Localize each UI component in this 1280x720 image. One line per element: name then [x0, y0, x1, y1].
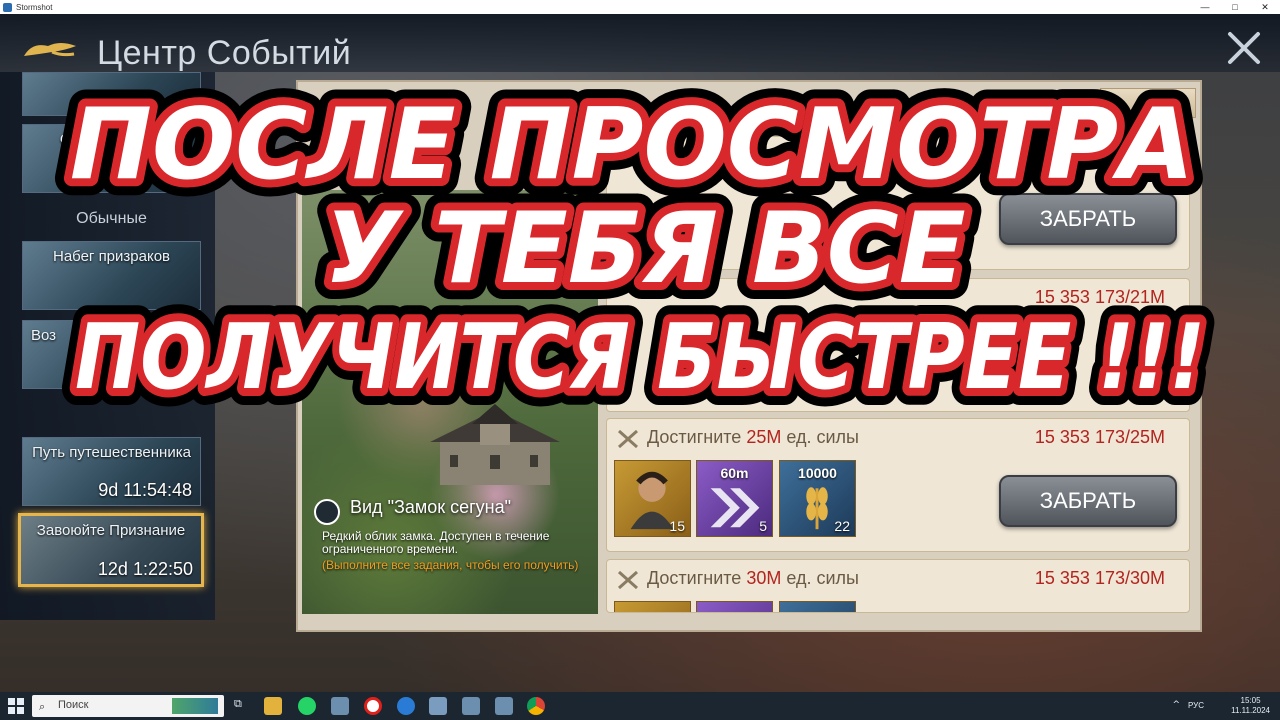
- search-placeholder: Поиск: [58, 699, 89, 711]
- search-icon: ⌕: [39, 700, 46, 713]
- game-app-icon[interactable]: [331, 697, 349, 715]
- game-app-icon-active[interactable]: [429, 697, 447, 715]
- chrome-icon[interactable]: [527, 697, 545, 715]
- caption-line-3: ПОЛУЧИТСЯ БЫСТРЕЕ !!!: [75, 305, 1205, 410]
- search-highlight-image: [172, 698, 218, 714]
- windows-start-icon[interactable]: [8, 698, 24, 714]
- clock-time: 15:05: [1240, 696, 1261, 705]
- caption-line-1: ПОСЛЕ ПРОСМОТРА: [70, 88, 1194, 202]
- clock-date: 11.11.2024: [1231, 706, 1270, 715]
- whatsapp-icon[interactable]: [298, 697, 316, 715]
- tray-chevron-icon[interactable]: ^: [1172, 700, 1180, 710]
- browser-icon[interactable]: [397, 697, 415, 715]
- game-app-icon[interactable]: [495, 697, 513, 715]
- task-view-icon[interactable]: ⧉: [234, 697, 252, 715]
- file-explorer-icon[interactable]: [264, 697, 282, 715]
- windows-taskbar: ⌕ Поиск ⧉ ^ РУС 15:05 11.11.2024: [0, 692, 1280, 720]
- language-indicator[interactable]: РУС: [1188, 701, 1204, 710]
- promo-caption-overlay: ПОСЛЕ ПРОСМОТРА ПОСЛЕ ПРОСМОТРА У ТЕБЯ В…: [53, 71, 1222, 427]
- taskbar-search-input[interactable]: ⌕ Поиск: [32, 695, 224, 717]
- system-clock[interactable]: 15:05 11.11.2024: [1231, 696, 1270, 716]
- game-app-icon[interactable]: [462, 697, 480, 715]
- yandex-browser-icon[interactable]: [364, 697, 382, 715]
- caption-line-2: У ТЕБЯ ВСЕ: [324, 192, 965, 306]
